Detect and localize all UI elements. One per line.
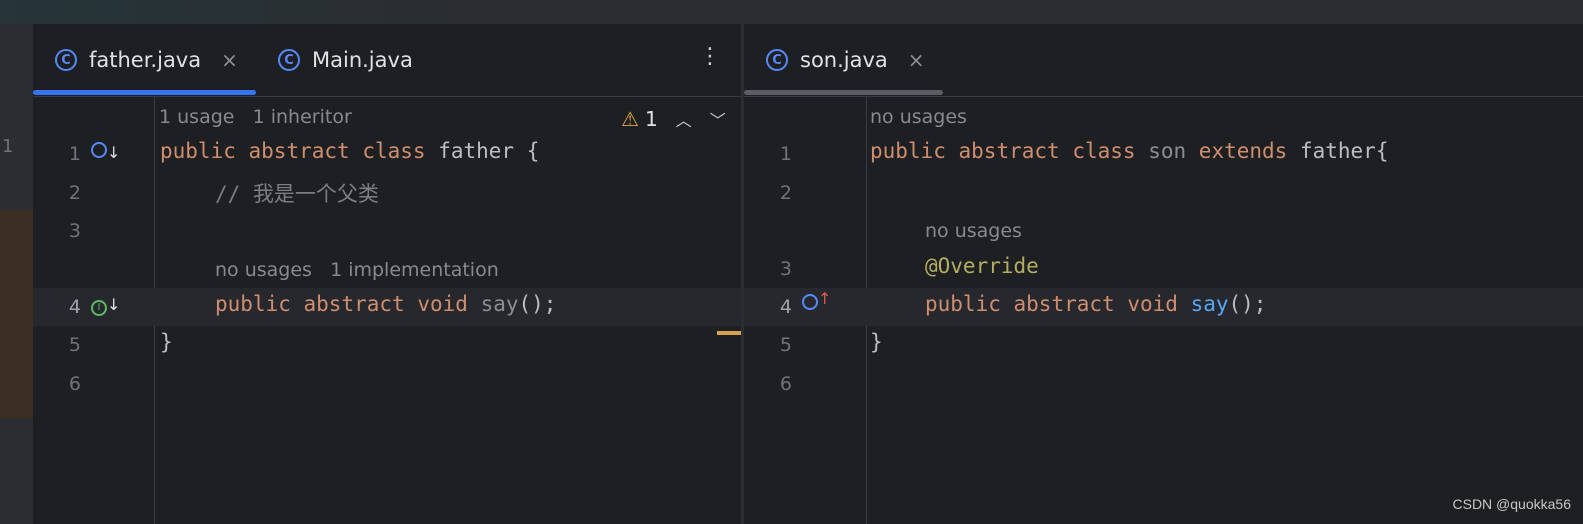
code-line-5: } — [160, 330, 173, 354]
line-number: 5 — [68, 334, 81, 356]
line-number: 6 — [779, 373, 792, 395]
close-icon[interactable]: × — [221, 48, 238, 72]
implemented-method-gutter-icon[interactable]: I ↓ — [91, 295, 120, 316]
class-icon: C — [766, 49, 788, 71]
close-icon[interactable]: × — [908, 48, 925, 72]
line-number: 2 — [779, 182, 792, 204]
line-number: 4 — [779, 296, 792, 318]
code-line-4: public abstract void say(); — [925, 292, 1267, 316]
overriding-method-gutter-icon[interactable]: ↑ — [802, 289, 831, 314]
title-bar — [0, 0, 1583, 25]
warning-count: 1 — [644, 107, 658, 131]
class-icon: C — [278, 49, 300, 71]
method-usages-hint[interactable]: no usages 1 implementation — [215, 259, 499, 281]
method-usages-hint[interactable]: no usages — [925, 220, 1022, 242]
line-number: 5 — [779, 334, 792, 356]
editor-son[interactable]: C son.java × no usages 1 public abstract… — [744, 24, 1583, 524]
chevron-up-icon[interactable]: ︿ — [676, 107, 692, 131]
code-line-1: public abstract class father { — [160, 139, 540, 163]
usages-hint[interactable]: 1 usage 1 inheritor — [159, 106, 352, 128]
line-number: 2 — [68, 182, 81, 204]
class-icon: C — [55, 49, 77, 71]
line-number: 6 — [68, 373, 81, 395]
active-tab-indicator — [744, 90, 943, 95]
editor-tab-bar: C son.java × — [744, 24, 1583, 97]
warning-stripe-marker[interactable] — [717, 331, 741, 335]
tab-main-java[interactable]: C Main.java — [278, 24, 413, 96]
tab-son-java[interactable]: C son.java × — [766, 24, 925, 96]
line-number: 3 — [68, 220, 81, 242]
left-strip-line-number: 1 — [2, 136, 14, 157]
tab-label: father.java — [89, 48, 202, 72]
more-options-icon[interactable]: ⋮ — [699, 44, 721, 69]
inspection-widget[interactable]: ⚠ 1 ︿ ﹀ — [621, 107, 726, 131]
line-number: 1 — [779, 143, 792, 165]
code-line-4: public abstract void say(); — [215, 292, 557, 316]
code-line-3: @Override — [925, 254, 1039, 278]
left-panel-strip: 1 — [0, 24, 33, 524]
chevron-down-icon[interactable]: ﹀ — [710, 107, 726, 131]
code-line-2: // 我是一个父类 — [215, 182, 379, 206]
change-marker — [0, 210, 33, 418]
line-number: 1 — [68, 143, 81, 165]
line-number: 3 — [779, 258, 792, 280]
editor-father[interactable]: C father.java × C Main.java ⋮ ⚠ 1 ︿ ﹀ 1 … — [33, 24, 741, 524]
code-line-5: } — [870, 330, 883, 354]
active-tab-indicator — [33, 90, 256, 95]
tab-father-java[interactable]: C father.java × — [55, 24, 238, 96]
editor-tab-bar: C father.java × C Main.java ⋮ — [33, 24, 741, 97]
tab-label: Main.java — [312, 48, 413, 72]
inherited-class-gutter-icon[interactable]: ↓ — [91, 142, 120, 162]
watermark: CSDN @quokka56 — [1452, 496, 1572, 512]
line-number: 4 — [68, 296, 81, 318]
usages-hint[interactable]: no usages — [870, 106, 967, 128]
code-line-1: public abstract class son extends father… — [870, 139, 1389, 163]
warning-icon: ⚠ — [621, 107, 639, 131]
tab-label: son.java — [800, 48, 888, 72]
